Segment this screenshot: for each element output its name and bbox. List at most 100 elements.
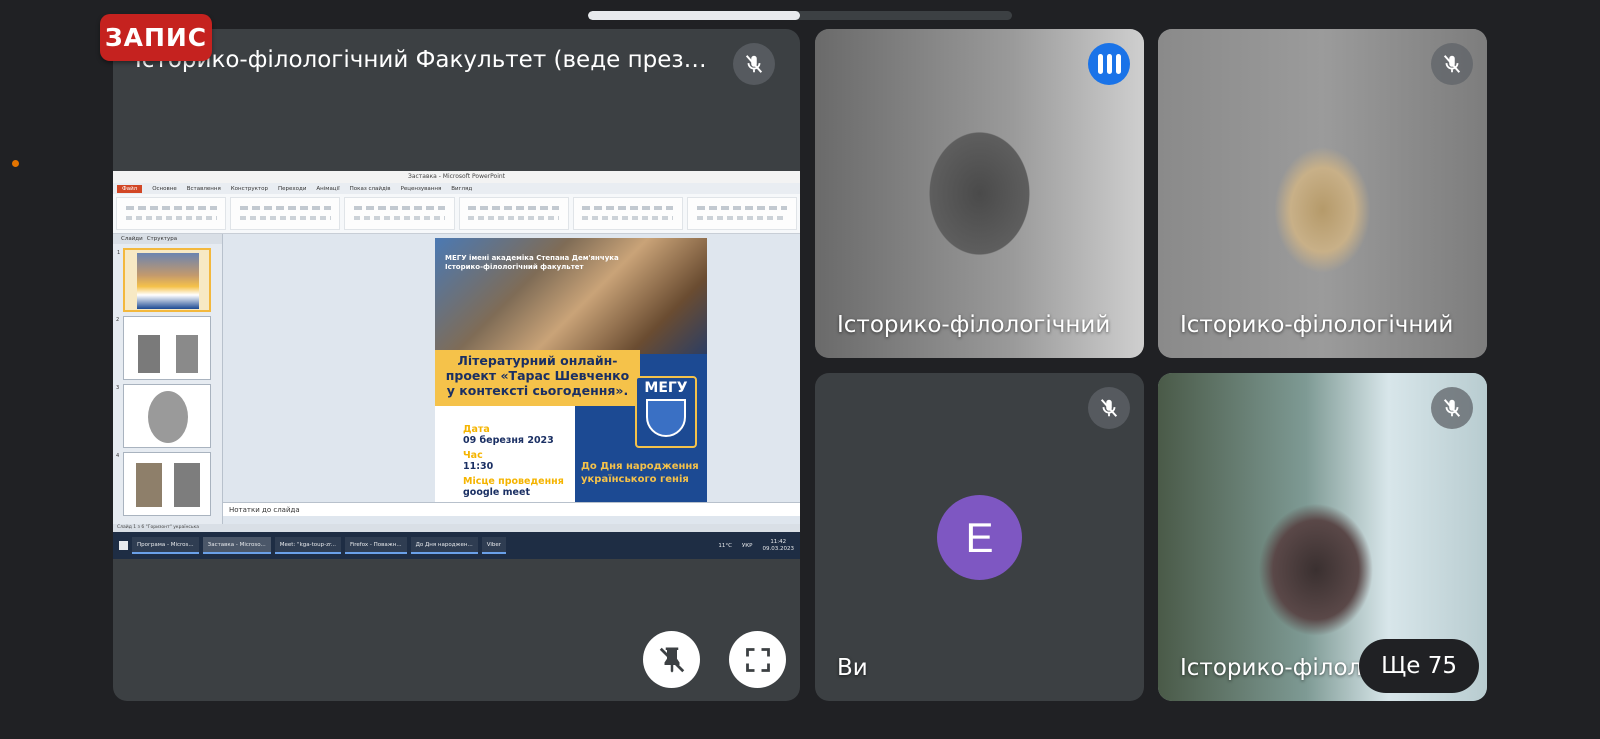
clock-time: 11:42 — [770, 538, 787, 545]
thumb-image — [138, 335, 160, 373]
current-slide: МЕГУ імені академіка Степана Дем'янчука … — [435, 238, 707, 509]
birthday-line: українського генія — [581, 474, 689, 485]
ribbon-group — [686, 197, 798, 230]
ppt-window-title: Заставка - Microsoft PowerPoint — [113, 171, 800, 183]
ppt-tab: Анімації — [316, 185, 340, 192]
tile-pager-bar[interactable] — [588, 11, 1012, 20]
slide-thumbnail: 2 — [116, 316, 211, 380]
slide-thumb-number: 1 — [117, 250, 121, 256]
taskbar-item: Програма - Micros... — [132, 537, 199, 554]
speaking-indicator-icon — [1088, 43, 1130, 85]
time-label: Час — [463, 450, 483, 461]
system-tray: 11°C УКР 11:42 09.03.2023 — [718, 539, 794, 553]
slide-thumb-number: 3 — [116, 385, 120, 391]
mic-off-icon — [1431, 387, 1473, 429]
avatar: E — [937, 495, 1022, 580]
activity-dot — [12, 160, 19, 167]
birthday-line: До Дня народження — [581, 461, 699, 472]
university-logo: МЕГУ — [635, 376, 697, 448]
time-value: 11:30 — [463, 461, 494, 472]
presenter-name: Історико-філологічний Факультет (веде пр… — [135, 47, 710, 73]
slide-notes: Нотатки до слайда — [223, 502, 800, 516]
thumb-image — [174, 463, 200, 507]
ribbon-group — [116, 197, 227, 230]
date-label: Дата — [463, 424, 490, 435]
weather-temp: 11°C — [718, 542, 732, 549]
ppt-ribbon-tabs: Файл Основне Вставлення Конструктор Пере… — [113, 183, 800, 194]
thumb-image — [136, 463, 162, 507]
clock-date: 09.03.2023 — [762, 545, 795, 552]
thumb-image — [137, 253, 199, 309]
taskbar-item: Заставка - Microso... — [202, 537, 271, 554]
participant-tile[interactable]: Історико-філологічний — [1158, 29, 1487, 358]
ppt-tab: Вигляд — [451, 185, 473, 192]
ribbon-group — [572, 197, 683, 230]
self-tile[interactable]: E Ви — [815, 373, 1144, 701]
slide-event-info: Дата 09 березня 2023 Час 11:30 Місце прове… — [435, 406, 575, 509]
windows-taskbar: Програма - Micros... Заставка - Microso.… — [113, 532, 800, 559]
banner-line: у контексті сьогодення». — [446, 383, 629, 398]
recording-badge: ЗАПИС — [100, 14, 212, 61]
participant-name: Історико-філологічний — [837, 312, 1111, 338]
pane-tab-slides: Слайди — [121, 236, 143, 242]
thumb-image — [148, 391, 188, 443]
pane-tab-outline: Структура — [146, 236, 178, 242]
taskbar-item: До Дня народжен... — [410, 537, 478, 554]
taskbar-item: Meet: "kga-toup-zr... — [274, 537, 341, 554]
slide-thumbnail: 4 — [116, 452, 211, 516]
ppt-tab: Вставлення — [186, 185, 221, 192]
slide-banner: Літературний онлайн- проект «Тарас Шевче… — [435, 350, 640, 406]
participant-tile[interactable]: Історико-філол Ще 75 — [1158, 373, 1487, 701]
slide-thumbnail: 1 — [117, 248, 211, 312]
ppt-body: Слайди Структура 1 2 3 4 МЕГУ імені акад… — [113, 234, 800, 524]
crest-icon — [646, 399, 686, 437]
windows-start-icon — [119, 541, 128, 550]
ppt-tab: Основне — [152, 185, 177, 192]
ppt-tab: Показ слайдів — [349, 185, 391, 192]
place-value: google meet — [463, 487, 530, 498]
ppt-ribbon — [113, 194, 800, 234]
banner-line: проект «Тарас Шевченко — [445, 368, 630, 383]
mic-off-icon — [1431, 43, 1473, 85]
banner-line: Літературний онлайн- — [457, 353, 618, 368]
slide-thumb-number: 2 — [116, 317, 120, 323]
ribbon-group — [344, 197, 455, 230]
place-label: Місце проведення — [463, 476, 564, 487]
ribbon-group — [458, 197, 569, 230]
slide-thumb-number: 4 — [116, 453, 120, 459]
participant-name: Ви — [837, 655, 868, 681]
shared-screen: Заставка - Microsoft PowerPoint Файл Осн… — [113, 171, 800, 559]
ppt-tab: Конструктор — [230, 185, 268, 192]
slide-header-line: Історико-філологічний факультет — [445, 263, 584, 271]
participant-name: Історико-філологічний — [1180, 312, 1454, 338]
tile-pager-fill — [588, 11, 800, 20]
fullscreen-button[interactable] — [729, 631, 786, 688]
presenter-mic-off-icon — [733, 43, 775, 85]
more-participants-button[interactable]: Ще 75 — [1359, 639, 1479, 693]
logo-text: МЕГУ — [644, 380, 688, 396]
unpin-icon — [659, 647, 684, 672]
ribbon-group — [230, 197, 341, 230]
participant-tile[interactable]: Історико-філологічний — [815, 29, 1144, 358]
participant-name: Історико-філол — [1180, 655, 1363, 681]
ppt-tab: Файл — [117, 184, 143, 193]
taskbar-item: Viber — [481, 537, 507, 554]
slide-header-line: МЕГУ імені академіка Степана Дем'янчука — [445, 254, 619, 262]
slide-thumbnails-pane: Слайди Структура 1 2 3 4 — [113, 234, 223, 524]
slide-header: МЕГУ імені академіка Степана Дем'янчука … — [445, 254, 619, 272]
clock: 11:42 09.03.2023 — [763, 539, 795, 553]
mic-off-icon — [1088, 387, 1130, 429]
slide-editor: МЕГУ імені академіка Степана Дем'янчука … — [223, 234, 800, 509]
pane-tabs: Слайди Структура — [113, 234, 222, 244]
fullscreen-icon — [745, 647, 770, 672]
taskbar-item: Firefox - Поважн... — [344, 537, 407, 554]
date-value: 09 березня 2023 — [463, 435, 554, 446]
unpin-button[interactable] — [643, 631, 700, 688]
thumb-image — [176, 335, 198, 373]
ppt-tab: Переходи — [278, 185, 307, 192]
slide-thumbnail: 3 — [116, 384, 211, 448]
ppt-tab: Рецензування — [400, 185, 442, 192]
input-language: УКР — [741, 542, 753, 549]
slide-birthday-text: До Дня народження українського генія — [581, 460, 701, 486]
ppt-status-bar: Слайд 1 з 6 "Горизонт" українська — [113, 524, 800, 532]
